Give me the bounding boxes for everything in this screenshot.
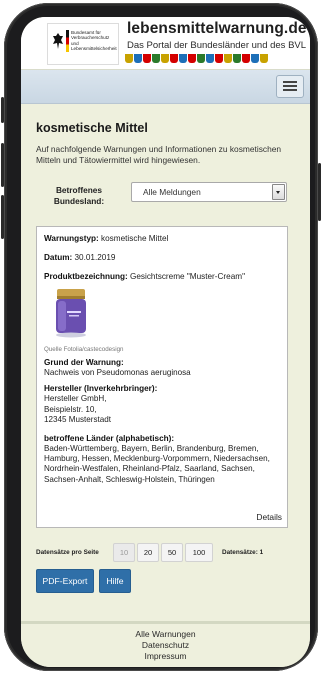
hamburger-menu-icon [283,81,297,83]
state-crest-icon [161,54,169,63]
state-crest-icon [170,54,178,63]
record-count: Datensätze: 1 [222,549,264,556]
site-subtitle: Das Portal der Bundesländer und des BVL [127,40,307,51]
manufacturer-line: Hersteller GmbH, [44,394,107,404]
state-crest-icon [197,54,205,63]
reason-value: Nachweis von Pseudomonas aeruginosa [44,368,191,377]
warning-type-line: Warnungstyp: kosmetische Mittel [44,234,281,244]
intro-text: Auf nachfolgende Warnungen und Informati… [36,144,282,165]
footer-link-imprint[interactable]: Impressum [21,651,310,662]
german-flag-stripe [66,30,69,52]
product-name-line: Produktbezeichnung: Gesichtscreme "Muste… [44,272,281,282]
pdf-export-button[interactable]: PDF-Export [36,569,94,593]
bvl-logo[interactable]: Bundesamt für Verbraucherschutz und Lebe… [47,23,119,65]
product-image[interactable] [53,287,89,339]
help-button[interactable]: Hilfe [99,569,131,593]
site-header: Bundesamt für Verbraucherschutz und Lebe… [21,17,310,70]
manufacturer-line: Beispielstr. 10, [44,404,97,414]
bundesland-select-value: Alle Meldungen [143,187,201,197]
state-crest-icon [206,54,214,63]
warning-date-line: Datum: 30.01.2019 [44,253,281,263]
hamburger-menu-icon [283,89,297,91]
warning-date-label: Datum: [44,253,73,262]
state-crest-icon [152,54,160,63]
product-name-label: Produktbezeichnung: [44,272,128,281]
logo-text: Bundesamt für Verbraucherschutz und Lebe… [71,30,117,52]
phone-power-button [318,163,321,221]
site-footer: Alle Warnungen Datenschutz Impressum [21,621,310,667]
reason-label: Grund der Warnung: [44,358,124,367]
affected-countries-label: betroffene Länder (alphabetisch): [44,433,175,443]
phone-side-button [1,97,4,123]
product-name-value: Gesichtscreme "Muster-Cream" [129,272,245,281]
page-size-100-button[interactable]: 100 [185,543,213,562]
state-crest-icon [251,54,259,63]
image-caption: Quelle Fotolia/castecodesign [44,346,124,353]
state-crest-icon [260,54,268,63]
page-size-10-button[interactable]: 10 [113,543,135,562]
manufacturer-line: 12345 Musterstadt [44,415,112,425]
filter-row: Betroffenes Bundesland: Alle Meldungen [36,180,304,216]
page-size-label: Datensätze pro Seite [36,549,99,556]
action-buttons: PDF-Export Hilfe [36,569,304,599]
page-size-selector: Datensätze pro Seite 10 20 50 100 Datens… [36,543,304,565]
page-size-50-button[interactable]: 50 [161,543,183,562]
state-crest-icon [215,54,223,63]
state-crest-icon [143,54,151,63]
page-size-20-button[interactable]: 20 [137,543,159,562]
warning-type-value: kosmetische Mittel [101,234,169,243]
phone-volume-button [1,195,4,239]
footer-link-privacy[interactable]: Datenschutz [21,640,310,651]
state-crest-icon [188,54,196,63]
site-title[interactable]: lebensmittelwarnung.de [127,20,307,38]
eagle-icon [53,33,63,49]
state-crest-icon [179,54,187,63]
state-crest-icon [134,54,142,63]
state-crest-icon [233,54,241,63]
page-title: kosmetische Mittel [36,121,148,135]
phone-volume-button [1,143,4,187]
phone-frame: Bundesamt für Verbraucherschutz und Lebe… [1,3,321,671]
hamburger-menu-icon [283,85,297,87]
state-crests-row [125,54,268,63]
affected-countries-value: Baden-Württemberg, Bayern, Berlin, Brand… [44,443,270,484]
state-crest-icon [125,54,133,63]
footer-link-all-warnings[interactable]: Alle Warnungen [21,629,310,640]
state-crest-icon [224,54,232,63]
manufacturer-address: Hersteller GmbH, Beispielstr. 10, 12345 … [44,394,281,425]
phone-screen: Bundesamt für Verbraucherschutz und Lebe… [21,17,310,667]
warning-type-label: Warnungstyp: [44,234,99,243]
details-link[interactable]: Details [256,512,282,522]
hamburger-menu-button[interactable] [276,75,304,98]
bundesland-filter-label: Betroffenes Bundesland: [53,185,105,206]
warning-date-value: 30.01.2019 [74,253,116,262]
bundesland-select[interactable]: Alle Meldungen [131,182,287,202]
chevron-down-icon [272,184,285,200]
navbar [21,70,310,104]
warning-card: Warnungstyp: kosmetische Mittel Datum: 3… [36,226,288,528]
state-crest-icon [242,54,250,63]
manufacturer-label: Hersteller (Inverkehrbringer): [44,384,158,394]
main-content: kosmetische Mittel Auf nachfolgende Warn… [21,121,310,599]
